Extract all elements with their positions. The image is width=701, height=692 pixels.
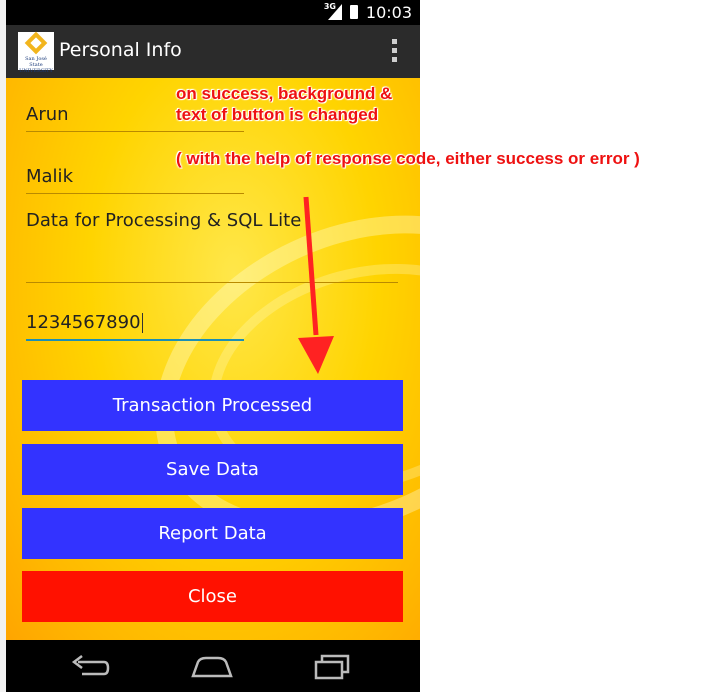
annotation-arrow-icon [298,196,334,374]
